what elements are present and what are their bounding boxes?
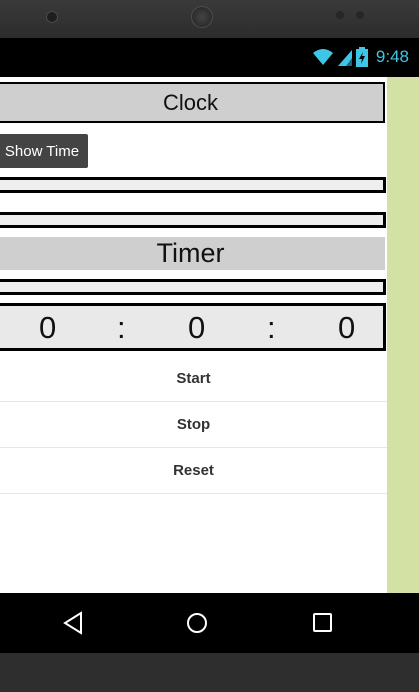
sensor-dot-icon [356, 11, 364, 19]
status-bar: 9:48 [0, 38, 419, 77]
sensor-dot-icon [336, 11, 344, 19]
battery-charging-icon [355, 47, 368, 67]
stop-button[interactable]: Stop [0, 402, 387, 448]
show-time-button[interactable]: Show Time [0, 134, 88, 168]
timer-textbox[interactable] [0, 279, 386, 295]
start-button[interactable]: Start [0, 356, 387, 402]
back-icon[interactable] [62, 611, 84, 635]
signal-icon [337, 50, 352, 66]
app-screen: Clock Show Time Timer 0 : 0 : 0 Start St… [0, 77, 387, 593]
timer-display: 0 : 0 : 0 [0, 303, 386, 351]
navigation-bar [0, 593, 419, 653]
speaker-grille-icon [191, 6, 213, 28]
reset-button[interactable]: Reset [0, 448, 387, 494]
clock-header: Clock [0, 82, 385, 123]
sensor-icon [46, 11, 58, 23]
side-panel [387, 77, 419, 593]
timer-separator: : [267, 310, 276, 345]
wifi-icon [312, 49, 333, 65]
timer-separator: : [117, 310, 126, 345]
device-top-bezel [0, 0, 419, 38]
timer-seconds: 0 [338, 310, 356, 345]
status-icons: 9:48 [312, 46, 409, 68]
home-icon[interactable] [186, 611, 208, 635]
clock-textbox-2[interactable] [0, 212, 386, 228]
recents-icon[interactable] [312, 611, 334, 635]
clock-textbox-1[interactable] [0, 177, 386, 193]
status-time: 9:48 [375, 47, 409, 66]
timer-minutes: 0 [188, 310, 206, 345]
timer-hours: 0 [39, 310, 57, 345]
device-bottom-bezel [0, 653, 419, 692]
timer-header: Timer [0, 237, 385, 270]
